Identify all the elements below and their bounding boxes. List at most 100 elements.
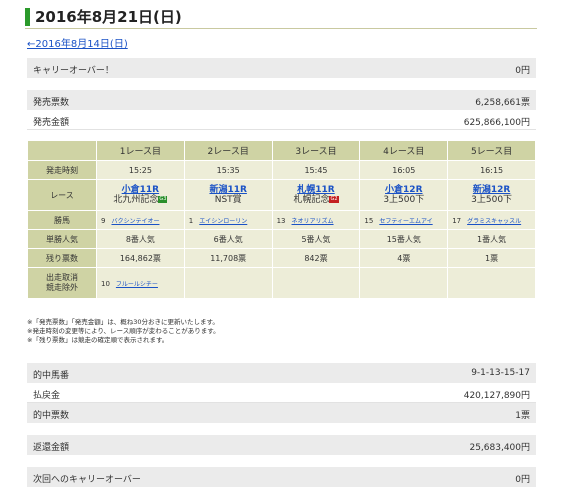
- popularity-row: 単勝人気 8番人気 6番人気 5番人気 15番人気 1番人気: [27, 229, 536, 249]
- scratched-row: 出走取消 競走除外 10 フルールシチー: [27, 267, 536, 299]
- popularity-5: 1番人気: [447, 229, 536, 249]
- scratched-cell-4: [359, 267, 449, 299]
- winner-cell-5: 17 グラミスキャッスル: [447, 210, 536, 230]
- carryover-row: キャリーオーバー！ 0円: [27, 58, 536, 78]
- winner-cell-3: 13 ネオリアリズム: [271, 210, 361, 230]
- winner-row: 勝馬 9 バクシンテイオー 1 エイシンローリン 13 ネオリアリズム 15 セフティー…: [27, 210, 536, 230]
- race-sub-4: 3上500下: [383, 195, 425, 205]
- winner-row-label: 勝馬: [27, 210, 97, 230]
- refund-row: 返還金額 25,683,400円: [27, 435, 536, 455]
- sales-count-row: 発売票数 6,258,661票: [27, 90, 536, 110]
- payout-label: 払戻金: [33, 391, 61, 401]
- next-carryover-value: 0円: [515, 475, 530, 485]
- popularity-row-label: 単勝人気: [27, 229, 97, 249]
- time-row-label: 発走時刻: [27, 160, 97, 180]
- sales-amount-label: 発売金額: [33, 118, 70, 128]
- scratched-label-line1: 出走取消: [46, 273, 78, 282]
- winner-link-2[interactable]: エイシンローリン: [199, 218, 247, 225]
- race-cell-2: 新潟11R NST賞: [183, 179, 273, 211]
- scratched-cell-3: [271, 267, 361, 299]
- race-cell-3: 札幌11R 札幌記念G2: [271, 179, 361, 211]
- corner-cell: [27, 140, 97, 161]
- race-header-3: 3レース目: [271, 140, 361, 161]
- winner-number-2: 1: [188, 216, 194, 225]
- race-sub-2: NST賞: [214, 195, 242, 205]
- winner-number-5: 17: [452, 216, 462, 225]
- winner-link-3[interactable]: ネオリアリズム: [292, 218, 334, 225]
- grade-badge-1: G3: [158, 196, 168, 203]
- scratched-cell-5: [447, 267, 536, 299]
- remaining-3: 842票: [271, 248, 361, 268]
- race-sub-text-3: 札幌記念: [293, 195, 330, 205]
- winner-number-3: 13: [276, 216, 286, 225]
- scratched-label-line2: 競走除外: [46, 283, 78, 292]
- next-carryover-row: 次回へのキャリーオーバー 0円: [27, 467, 536, 487]
- remaining-5: 1票: [447, 248, 536, 268]
- scratched-horse-link[interactable]: フルールシチー: [116, 281, 158, 288]
- race-cell-4: 小倉12R 3上500下: [359, 179, 449, 211]
- winning-numbers-value: 9-1-13-15-17: [471, 368, 530, 378]
- note-2: ※発走時刻の変更等により、レース順序が変わることがあります。: [27, 327, 220, 335]
- popularity-3: 5番人気: [271, 229, 361, 249]
- popularity-1: 8番人気: [96, 229, 185, 249]
- race-sub-5: 3上500下: [471, 195, 513, 205]
- popularity-2: 6番人気: [183, 229, 273, 249]
- carryover-value: 0円: [515, 66, 530, 76]
- remaining-1: 164,862票: [96, 248, 185, 268]
- race-name-link-2[interactable]: 新潟11R: [185, 185, 272, 195]
- winner-link-1[interactable]: バクシンテイオー: [111, 218, 159, 225]
- winning-tickets-label: 的中票数: [33, 411, 70, 421]
- race-time-1: 15:25: [96, 160, 185, 180]
- race-name-link-4[interactable]: 小倉12R: [360, 185, 447, 195]
- refund-value: 25,683,400円: [469, 443, 530, 453]
- sales-amount-value: 625,866,100円: [463, 118, 530, 128]
- winning-numbers-row: 的中馬番 9-1-13-15-17: [27, 363, 536, 383]
- race-header-1: 1レース目: [96, 140, 185, 161]
- race-name-link-5[interactable]: 新潟12R: [448, 185, 535, 195]
- race-header-row: 1レース目 2レース目 3レース目 4レース目 5レース目: [27, 140, 536, 161]
- scratched-row-label: 出走取消 競走除外: [27, 267, 97, 299]
- note-1: ※「発売票数」「発売金額」は、概ね30分おきに更新いたします。: [27, 318, 219, 326]
- payout-value: 420,127,890円: [463, 391, 530, 401]
- winning-tickets-value: 1票: [515, 411, 530, 421]
- remaining-row: 残り票数 164,862票 11,708票 842票 4票 1票: [27, 248, 536, 268]
- race-sub-text-1: 北九州記念: [113, 195, 159, 205]
- race-time-2: 15:35: [183, 160, 273, 180]
- race-cell-1: 小倉11R 北九州記念G3: [96, 179, 185, 211]
- sales-count-label: 発売票数: [33, 98, 70, 108]
- winning-tickets-row: 的中票数 1票: [27, 403, 536, 423]
- carryover-label: キャリーオーバー！: [33, 66, 114, 76]
- race-header-4: 4レース目: [359, 140, 449, 161]
- race-name-link-3[interactable]: 札幌11R: [273, 185, 360, 195]
- race-name-row: レース 小倉11R 北九州記念G3 新潟11R NST賞 札幌11R 札幌記念G…: [27, 179, 536, 211]
- winner-number-1: 9: [101, 216, 106, 225]
- race-sub-1: 北九州記念G3: [97, 195, 184, 205]
- scratched-number: 10: [101, 279, 110, 288]
- notes: ※「発売票数」「発売金額」は、概ね30分おきに更新いたします。 ※発走時刻の変更…: [27, 318, 220, 345]
- previous-date-link[interactable]: ←2016年8月14日(日): [27, 35, 128, 50]
- scratched-cell-2: [183, 267, 273, 299]
- race-row-label: レース: [27, 179, 97, 211]
- remaining-row-label: 残り票数: [27, 248, 97, 268]
- winner-cell-1: 9 バクシンテイオー: [96, 210, 185, 230]
- winner-link-4[interactable]: セフティーエムアイ: [379, 218, 432, 225]
- sales-amount-row: 発売金額 625,866,100円: [27, 110, 536, 130]
- time-row: 発走時刻 15:25 15:35 15:45 16:05 16:15: [27, 160, 536, 180]
- race-name-link-1[interactable]: 小倉11R: [97, 185, 184, 195]
- scratched-cell-1: 10 フルールシチー: [96, 267, 185, 299]
- winner-number-4: 15: [364, 216, 374, 225]
- page-title-bar: 2016年8月21日(日): [25, 6, 537, 29]
- race-cell-5: 新潟12R 3上500下: [447, 179, 536, 211]
- next-carryover-label: 次回へのキャリーオーバー: [33, 475, 141, 485]
- page-title: 2016年8月21日(日): [35, 8, 182, 26]
- winner-cell-4: 15 セフティーエムアイ: [359, 210, 449, 230]
- race-time-3: 15:45: [271, 160, 361, 180]
- popularity-4: 15番人気: [359, 229, 449, 249]
- race-time-4: 16:05: [359, 160, 449, 180]
- race-time-5: 16:15: [447, 160, 536, 180]
- winner-link-5[interactable]: グラミスキャッスル: [467, 218, 521, 225]
- sales-count-value: 6,258,661票: [475, 98, 530, 108]
- race-table: 1レース目 2レース目 3レース目 4レース目 5レース目 発走時刻 15:25…: [27, 140, 536, 299]
- race-header-5: 5レース目: [447, 140, 536, 161]
- refund-label: 返還金額: [33, 443, 70, 453]
